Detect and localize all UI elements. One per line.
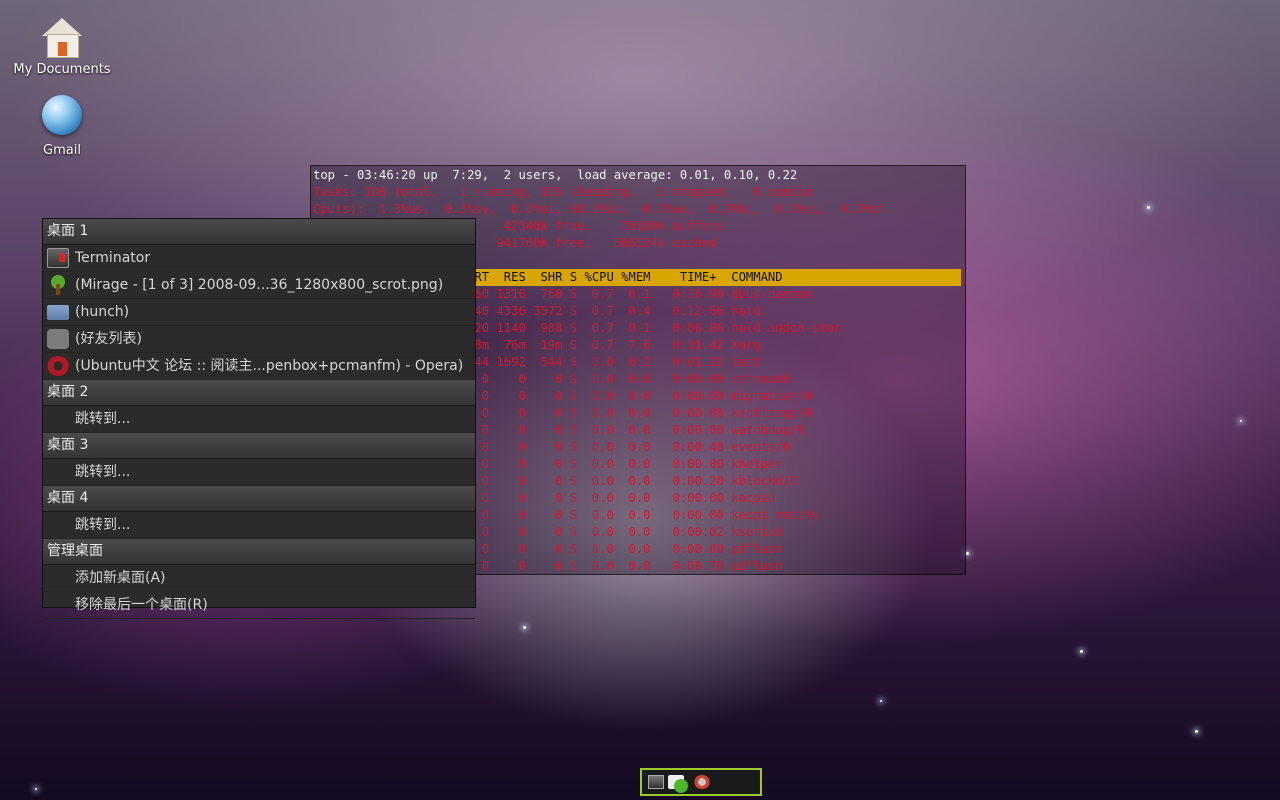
chat-icon <box>47 329 69 349</box>
star <box>1147 206 1150 209</box>
desktop-icon-gmail[interactable]: Gmail <box>7 93 117 158</box>
system-tray <box>640 768 762 796</box>
menu-item-hunch[interactable]: (hunch) <box>43 299 475 326</box>
menu-item-buddy-list[interactable]: (好友列表) <box>43 326 475 353</box>
top-summary-line: top - 03:46:20 up 7:29, 2 users, load av… <box>313 168 798 182</box>
menu-header-desktop-4[interactable]: 桌面 4 <box>43 486 475 512</box>
star <box>1240 420 1242 422</box>
menu-item-mirage[interactable]: (Mirage - [1 of 3] 2008-09...36_1280x800… <box>43 272 475 299</box>
menu-header-desktop-2[interactable]: 桌面 2 <box>43 380 475 406</box>
menu-item-label: (hunch) <box>75 304 130 320</box>
menu-header-desktop-1[interactable]: 桌面 1 <box>43 219 475 245</box>
menu-item-terminator[interactable]: Terminator <box>43 245 475 272</box>
desktop-icon-my-documents[interactable]: My Documents <box>7 12 117 77</box>
status-dot-icon <box>674 779 688 793</box>
menu-item-remove-desktop[interactable]: 移除最后一个桌面(R) <box>43 592 475 619</box>
terminal-tray-icon[interactable] <box>648 775 664 789</box>
desktop-menu[interactable]: 桌面 1 Terminator (Mirage - [1 of 3] 2008-… <box>42 218 476 619</box>
menu-item-label: (好友列表) <box>75 331 142 347</box>
menu-item-goto-desktop-4[interactable]: 跳转到... <box>43 512 475 539</box>
menu-item-label: (Ubuntu中文 论坛 :: 阅读主...penbox+pcmanfm) - … <box>75 358 464 374</box>
opera-tray-icon[interactable] <box>694 775 710 789</box>
star <box>1080 650 1083 653</box>
folder-icon <box>47 305 69 320</box>
star <box>880 700 882 702</box>
desktop-icon-label: Gmail <box>43 143 81 158</box>
menu-item-goto-desktop-3[interactable]: 跳转到... <box>43 459 475 486</box>
menu-item-opera[interactable]: (Ubuntu中文 论坛 :: 阅读主...penbox+pcmanfm) - … <box>43 353 475 380</box>
top-tasks-line: Tasks: 106 total, 1 running, 105 sleepin… <box>313 185 812 199</box>
menu-item-goto-desktop-2[interactable]: 跳转到... <box>43 406 475 433</box>
terminal-icon <box>47 248 69 268</box>
star <box>35 788 37 790</box>
globe-icon <box>38 93 86 141</box>
tree-icon <box>47 275 69 295</box>
menu-item-label: (Mirage - [1 of 3] 2008-09...36_1280x800… <box>75 277 444 293</box>
menu-header-desktop-3[interactable]: 桌面 3 <box>43 433 475 459</box>
menu-item-label: Terminator <box>75 250 151 266</box>
star <box>966 552 969 555</box>
opera-icon <box>47 356 69 376</box>
top-cpu-line: Cpu(s): 1.3%us, 0.3%sy, 0.0%ni, 98.3%id,… <box>313 202 886 216</box>
star <box>1195 730 1198 733</box>
star <box>523 626 526 629</box>
menu-header-manage-desktops: 管理桌面 <box>43 539 475 565</box>
home-folder-icon <box>38 12 86 60</box>
menu-item-add-desktop[interactable]: 添加新桌面(A) <box>43 565 475 592</box>
desktop-icon-label: My Documents <box>13 62 111 77</box>
